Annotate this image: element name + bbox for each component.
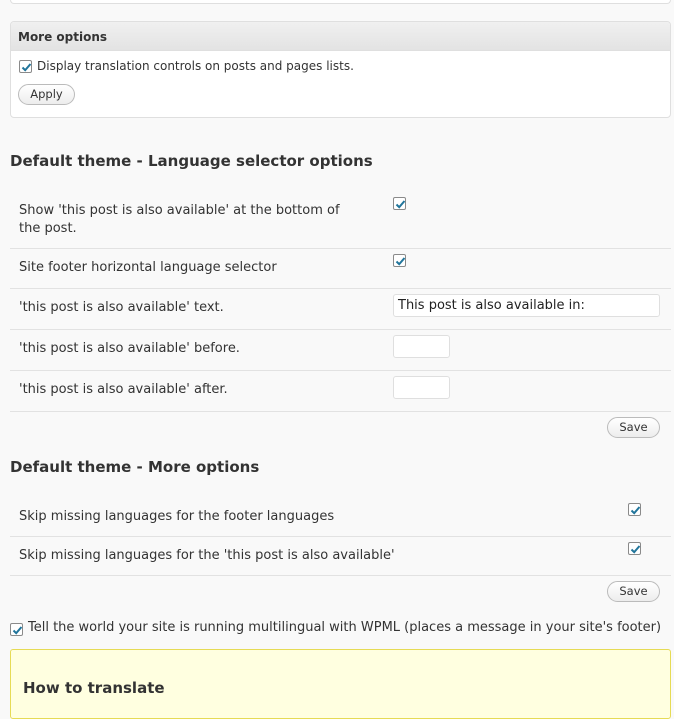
row-divider: [10, 370, 671, 371]
previous-panel-bottom: [10, 0, 671, 4]
checkmark-icon: [630, 506, 641, 515]
more-options-panel: More options Display translation control…: [10, 21, 671, 118]
show-available-label: Show 'this post is also available' at th…: [19, 203, 340, 236]
before-input[interactable]: [393, 335, 450, 358]
save-button[interactable]: Save: [607, 417, 660, 438]
before-label: 'this post is also available' before.: [19, 341, 240, 356]
row-divider: [10, 248, 671, 249]
checkmark-icon: [630, 545, 641, 554]
display-controls-label: Display translation controls on posts an…: [37, 59, 354, 73]
checkmark-icon: [395, 257, 406, 266]
tell-world-checkbox[interactable]: [10, 623, 23, 636]
save-button[interactable]: Save: [607, 581, 660, 602]
show-available-checkbox[interactable]: [393, 197, 406, 210]
how-to-translate-panel: How to translate: [10, 649, 671, 719]
row-divider: [10, 288, 671, 289]
available-text-input[interactable]: This post is also available in:: [393, 294, 660, 317]
checkmark-icon: [395, 200, 406, 209]
after-label: 'this post is also available' after.: [19, 382, 228, 397]
theme-more-options-title: Default theme - More options: [10, 458, 260, 476]
skip-available-label: Skip missing languages for the 'this pos…: [19, 548, 395, 563]
how-to-translate-title: How to translate: [23, 679, 165, 697]
apply-button[interactable]: Apply: [18, 84, 75, 105]
skip-footer-checkbox[interactable]: [628, 503, 641, 516]
display-controls-checkbox[interactable]: [19, 60, 32, 73]
skip-available-checkbox[interactable]: [628, 542, 641, 555]
row-divider: [10, 411, 671, 412]
after-input[interactable]: [393, 376, 450, 399]
row-divider: [10, 575, 671, 576]
checkmark-icon: [12, 626, 23, 635]
footer-selector-label: Site footer horizontal language selector: [19, 260, 277, 275]
skip-footer-label: Skip missing languages for the footer la…: [19, 509, 335, 524]
footer-selector-checkbox[interactable]: [393, 254, 406, 267]
checkmark-icon: [21, 63, 32, 72]
tell-world-label: Tell the world your site is running mult…: [28, 620, 662, 635]
row-divider: [10, 536, 671, 537]
available-text-label: 'this post is also available' text.: [19, 300, 224, 315]
more-options-title: More options: [11, 22, 670, 51]
language-selector-title: Default theme - Language selector option…: [10, 152, 373, 170]
row-divider: [10, 329, 671, 330]
